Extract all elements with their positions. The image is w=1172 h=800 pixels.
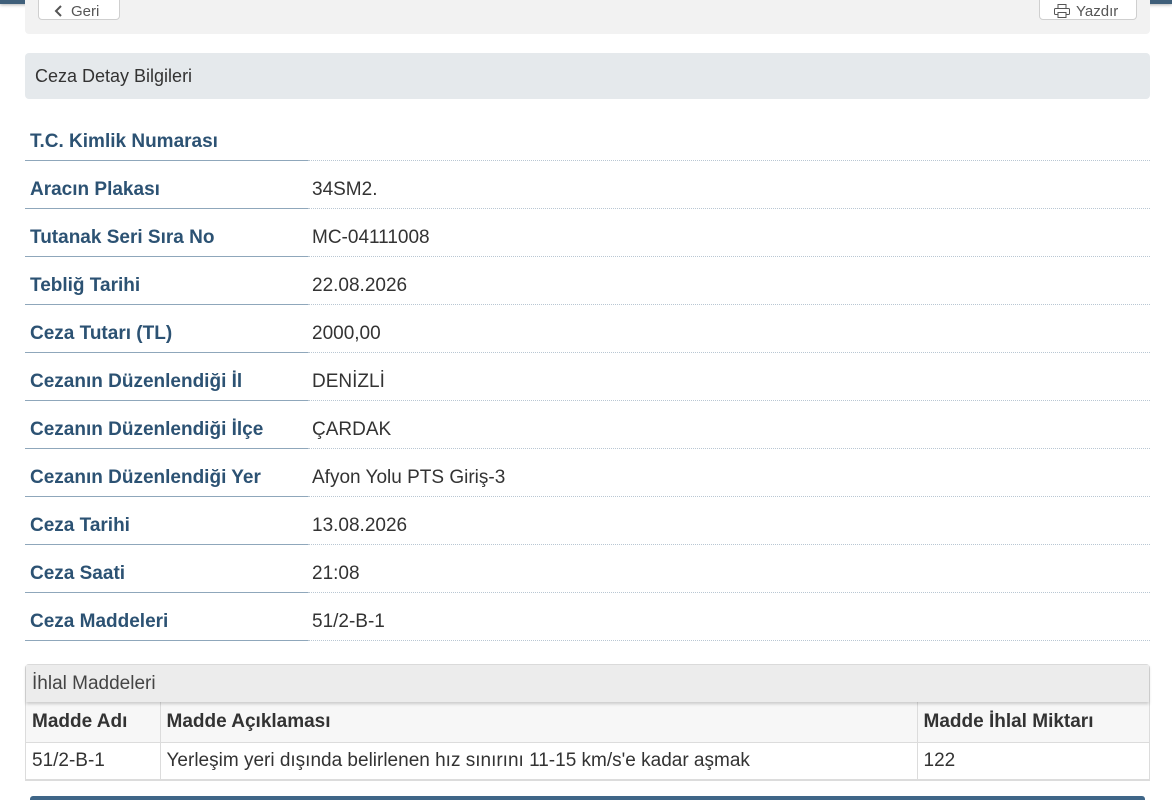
- cell-description: Yerleşim yeri dışında belirlenen hız sın…: [160, 742, 918, 780]
- detail-value: DENİZLİ: [308, 353, 1150, 401]
- detail-row-articles: Ceza Maddeleri 51/2-B-1: [25, 593, 1150, 641]
- detail-value: 2000,00: [308, 305, 1150, 353]
- back-button[interactable]: Geri: [38, 0, 120, 20]
- detail-row-fine-date: Ceza Tarihi 13.08.2026: [25, 497, 1150, 545]
- printer-icon: [1054, 4, 1070, 18]
- detail-label: Tebliğ Tarihi: [25, 257, 308, 305]
- detail-row-amount: Ceza Tutarı (TL) 2000,00: [25, 305, 1150, 353]
- detail-list: T.C. Kimlik Numarası Aracın Plakası 34SM…: [25, 113, 1150, 641]
- detail-value: 51/2-B-1: [308, 593, 1150, 641]
- bottom-bar: [30, 796, 1145, 800]
- detail-value: ÇARDAK: [308, 401, 1150, 449]
- detail-label: Ceza Saati: [25, 545, 308, 593]
- column-header-description: Madde Açıklaması: [160, 702, 918, 743]
- violation-table: Madde Adı Madde Açıklaması Madde İhlal M…: [26, 702, 1149, 780]
- detail-label: Cezanın Düzenlendiği İl: [25, 353, 308, 401]
- detail-row-notice-date: Tebliğ Tarihi 22.08.2026: [25, 257, 1150, 305]
- detail-label: Aracın Plakası: [25, 161, 308, 209]
- detail-row-district: Cezanın Düzenlendiği İlçe ÇARDAK: [25, 401, 1150, 449]
- detail-row-place: Cezanın Düzenlendiği Yer Afyon Yolu PTS …: [25, 449, 1150, 497]
- table-row: 51/2-B-1 Yerleşim yeri dışında belirlene…: [26, 742, 1149, 780]
- violation-panel-title-text: İhlal Maddeleri: [32, 672, 156, 694]
- cell-article-name: 51/2-B-1: [26, 742, 161, 780]
- detail-row-tc: T.C. Kimlik Numarası: [25, 113, 1150, 161]
- detail-label: Tutanak Seri Sıra No: [25, 209, 308, 257]
- panel-title-text: Ceza Detay Bilgileri: [35, 65, 193, 86]
- detail-label: Ceza Tutarı (TL): [25, 305, 308, 353]
- detail-value: 34SM2.: [308, 161, 1150, 209]
- detail-label: Ceza Tarihi: [25, 497, 308, 545]
- detail-label: Cezanın Düzenlendiği İlçe: [25, 401, 308, 449]
- detail-label: T.C. Kimlik Numarası: [25, 113, 308, 161]
- column-header-amount: Madde İhlal Miktarı: [917, 702, 1149, 743]
- toolbar: Geri Yazdır: [25, 0, 1150, 34]
- print-button[interactable]: Yazdır: [1039, 0, 1137, 20]
- detail-row-province: Cezanın Düzenlendiği İl DENİZLİ: [25, 353, 1150, 401]
- violation-panel: İhlal Maddeleri Madde Adı Madde Açıklama…: [25, 664, 1150, 781]
- print-button-label: Yazdır: [1076, 2, 1119, 20]
- detail-label: Ceza Maddeleri: [25, 593, 308, 641]
- detail-value: [308, 113, 1150, 161]
- back-button-label: Geri: [71, 2, 100, 20]
- detail-value: 13.08.2026: [308, 497, 1150, 545]
- panel-title: Ceza Detay Bilgileri: [25, 53, 1150, 99]
- detail-value: 21:08: [308, 545, 1150, 593]
- table-header-row: Madde Adı Madde Açıklaması Madde İhlal M…: [26, 702, 1149, 743]
- detail-row-plate: Aracın Plakası 34SM2.: [25, 161, 1150, 209]
- detail-row-fine-time: Ceza Saati 21:08: [25, 545, 1150, 593]
- detail-row-serial: Tutanak Seri Sıra No MC-04111008: [25, 209, 1150, 257]
- detail-label: Cezanın Düzenlendiği Yer: [25, 449, 308, 497]
- detail-value: Afyon Yolu PTS Giriş-3: [308, 449, 1150, 497]
- detail-value: MC-04111008: [308, 209, 1150, 257]
- arrow-left-icon: [54, 5, 62, 17]
- violation-panel-title: İhlal Maddeleri: [26, 665, 1149, 702]
- column-header-article-name: Madde Adı: [26, 702, 161, 743]
- cell-amount: 122: [917, 742, 1149, 780]
- detail-value: 22.08.2026: [308, 257, 1150, 305]
